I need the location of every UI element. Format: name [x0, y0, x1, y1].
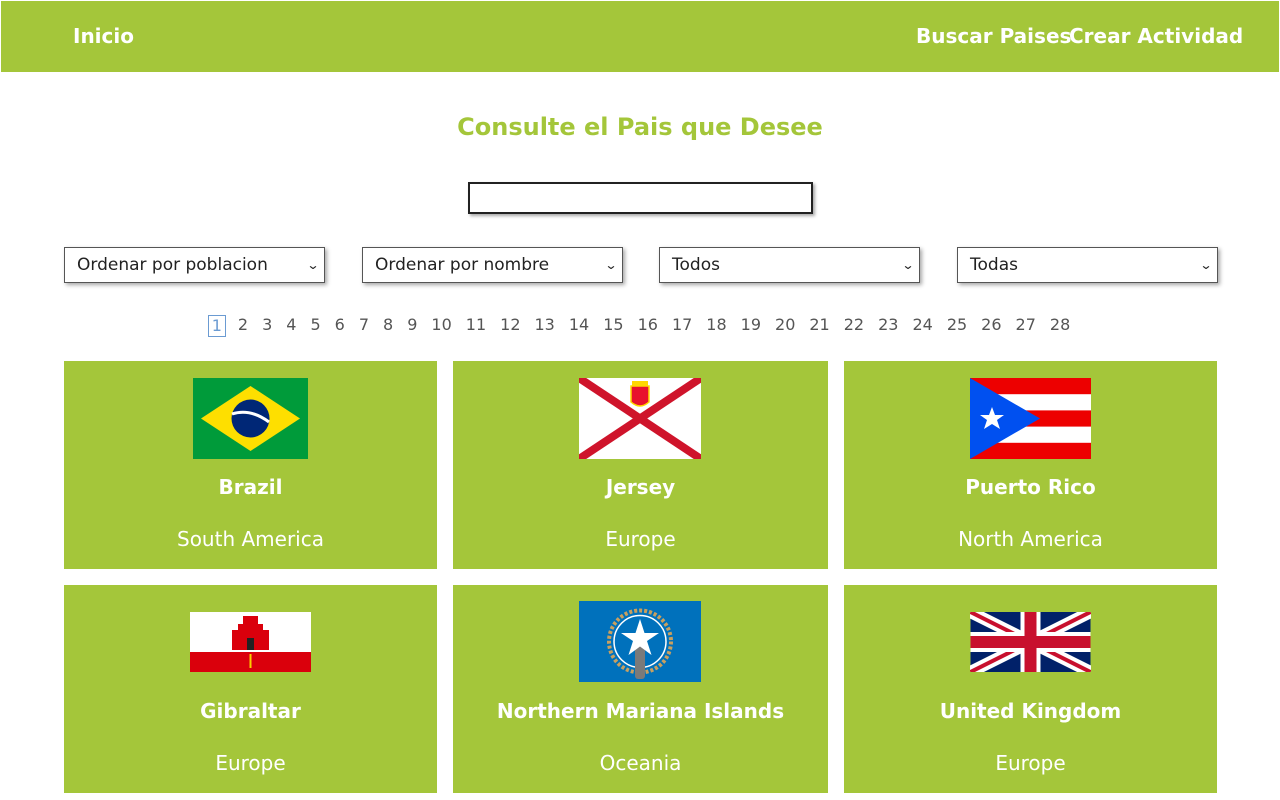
country-name: Jersey [605, 475, 676, 499]
page-11-link[interactable]: 11 [464, 315, 488, 335]
page-23-link[interactable]: 23 [876, 315, 900, 335]
country-name: Puerto Rico [965, 475, 1096, 499]
country-card[interactable]: Northern Mariana Islands Oceania [453, 585, 828, 793]
page-7-link[interactable]: 7 [357, 315, 371, 335]
population-sort-select[interactable]: Ordenar por poblacion ⌄ [64, 247, 325, 283]
search-input[interactable] [468, 182, 813, 214]
page-26-link[interactable]: 26 [979, 315, 1003, 335]
page-27-link[interactable]: 27 [1014, 315, 1038, 335]
page-20-link[interactable]: 20 [773, 315, 797, 335]
chevron-down-icon: ⌄ [901, 258, 915, 272]
page-4-link[interactable]: 4 [284, 315, 298, 335]
page-12-link[interactable]: 12 [498, 315, 522, 335]
page-1-link[interactable]: 1 [207, 315, 226, 337]
page-28-link[interactable]: 28 [1048, 315, 1072, 335]
country-name: Gibraltar [200, 699, 301, 723]
chevron-down-icon: ⌄ [306, 258, 320, 272]
country-name: Brazil [218, 475, 283, 499]
page-25-link[interactable]: 25 [945, 315, 969, 335]
country-card[interactable]: United Kingdom Europe [844, 585, 1217, 793]
nav-search-countries-link[interactable]: Buscar Paises [916, 1, 1071, 71]
page-19-link[interactable]: 19 [739, 315, 763, 335]
brazil-flag-icon [193, 378, 308, 459]
page-5-link[interactable]: 5 [308, 315, 322, 335]
puerto-rico-flag-icon [970, 378, 1091, 459]
page-2-link[interactable]: 2 [236, 315, 250, 335]
page-3-link[interactable]: 3 [260, 315, 274, 335]
country-card[interactable]: Brazil South America [64, 361, 437, 569]
united-kingdom-flag-icon [970, 612, 1091, 672]
country-continent: South America [177, 527, 324, 551]
chevron-down-icon: ⌄ [1199, 258, 1213, 272]
country-continent: Oceania [599, 751, 682, 775]
page-13-link[interactable]: 13 [533, 315, 557, 335]
page-10-link[interactable]: 10 [429, 315, 453, 335]
northern-mariana-islands-flag-icon [579, 601, 701, 682]
country-continent: Europe [215, 751, 286, 775]
country-continent: Europe [995, 751, 1066, 775]
gibraltar-flag-icon [190, 612, 311, 672]
page-17-link[interactable]: 17 [670, 315, 694, 335]
activity-filter-value: Todas [970, 255, 1018, 275]
country-card[interactable]: Gibraltar Europe [64, 585, 437, 793]
country-card[interactable]: Jersey Europe [453, 361, 828, 569]
chevron-down-icon: ⌄ [604, 258, 618, 272]
country-name: Northern Mariana Islands [496, 699, 785, 723]
page-title: Consulte el Pais que Desee [457, 113, 823, 141]
top-nav: Inicio Buscar Paises Crear Actividad [1, 1, 1279, 72]
continent-filter-select[interactable]: Todos ⌄ [659, 247, 920, 283]
page-22-link[interactable]: 22 [842, 315, 866, 335]
page-14-link[interactable]: 14 [567, 315, 591, 335]
nav-create-activity-link[interactable]: Crear Actividad [1069, 1, 1243, 71]
nav-home-link[interactable]: Inicio [73, 1, 134, 71]
jersey-flag-icon [579, 378, 701, 459]
country-continent: North America [958, 527, 1103, 551]
page-15-link[interactable]: 15 [601, 315, 625, 335]
population-sort-value: Ordenar por poblacion [77, 255, 268, 275]
country-continent: Europe [605, 527, 676, 551]
page-16-link[interactable]: 16 [636, 315, 660, 335]
page-18-link[interactable]: 18 [704, 315, 728, 335]
name-sort-value: Ordenar por nombre [375, 255, 550, 275]
page-21-link[interactable]: 21 [807, 315, 831, 335]
name-sort-select[interactable]: Ordenar por nombre ⌄ [362, 247, 623, 283]
page-24-link[interactable]: 24 [910, 315, 934, 335]
continent-filter-value: Todos [672, 255, 720, 275]
activity-filter-select[interactable]: Todas ⌄ [957, 247, 1218, 283]
country-name: United Kingdom [939, 699, 1122, 723]
page-9-link[interactable]: 9 [405, 315, 419, 335]
pagination: 1 2 3 4 5 6 7 8 9 10 11 12 13 14 15 16 17 18 19 20 21 22 23 24 2… [0, 315, 1280, 337]
page-8-link[interactable]: 8 [381, 315, 395, 335]
country-card[interactable]: Puerto Rico North America [844, 361, 1217, 569]
page-6-link[interactable]: 6 [333, 315, 347, 335]
